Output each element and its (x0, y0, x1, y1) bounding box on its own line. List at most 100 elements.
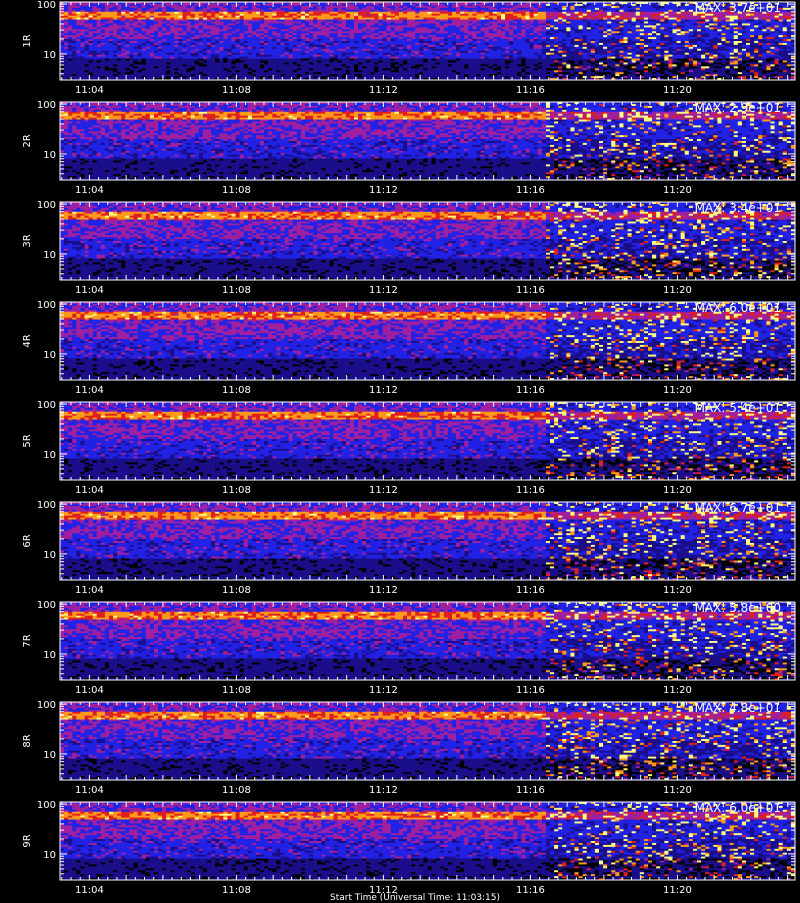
heatmap-cell (76, 74, 80, 76)
heatmap-cell (191, 20, 195, 22)
heatmap-cell (293, 59, 297, 61)
heatmap-cell (477, 12, 481, 14)
heatmap-cell (493, 70, 497, 72)
heatmap-cell (272, 47, 276, 49)
heatmap-cell (289, 66, 293, 68)
heatmap-cell (240, 23, 244, 25)
heatmap-cell (240, 66, 244, 68)
heatmap-cell (178, 66, 182, 68)
heatmap-cell (374, 4, 378, 6)
heatmap-cell (562, 47, 566, 49)
heatmap-cell (72, 22, 76, 24)
heatmap-cell (268, 25, 272, 27)
heatmap-cell (374, 61, 378, 63)
heatmap-cell (93, 27, 97, 29)
heatmap-cell (80, 68, 84, 70)
heatmap-cell (391, 47, 395, 49)
heatmap-cell (154, 4, 158, 6)
heatmap-cell (374, 49, 378, 51)
heatmap-cell (562, 72, 566, 74)
heatmap-cell (256, 37, 260, 39)
heatmap-cell (325, 22, 329, 24)
heatmap-cell (489, 39, 493, 41)
heatmap-cell (428, 6, 432, 8)
heatmap-cell (366, 61, 370, 63)
heatmap-cell (387, 27, 391, 29)
heatmap-cell (350, 10, 354, 12)
heatmap-cell (72, 23, 76, 25)
heatmap-cell (342, 39, 346, 41)
heatmap-cell (391, 16, 395, 18)
heatmap-cell (452, 6, 456, 8)
heatmap-cell (121, 76, 125, 78)
heatmap-cell (187, 51, 191, 53)
heatmap-cell (117, 29, 121, 31)
heatmap-cell (452, 66, 456, 68)
heatmap-cell (285, 57, 289, 59)
heatmap-cell (554, 12, 558, 14)
heatmap-cell (366, 62, 370, 64)
heatmap-cell (109, 12, 113, 14)
heatmap-cell (550, 20, 554, 22)
heatmap-cell (264, 27, 268, 29)
heatmap-cell (436, 12, 440, 14)
heatmap-cell (387, 6, 391, 8)
heatmap-cell (187, 10, 191, 12)
heatmap-cell (281, 37, 285, 39)
heatmap-cell (452, 55, 456, 57)
heatmap-cell (554, 20, 558, 22)
heatmap-cell (268, 14, 272, 16)
heatmap-cell (448, 6, 452, 8)
heatmap-cell (448, 62, 452, 64)
heatmap-cell (485, 45, 489, 47)
heatmap-cell (440, 8, 444, 10)
heatmap-cell (236, 45, 240, 47)
heatmap-cell (521, 33, 525, 35)
heatmap-cell (219, 22, 223, 24)
heatmap-cell (534, 10, 538, 12)
heatmap-cell (211, 31, 215, 33)
heatmap-cell (472, 22, 476, 24)
heatmap-cell (489, 41, 493, 43)
heatmap-cell (566, 49, 570, 51)
heatmap-cell (530, 70, 534, 72)
heatmap-cell (93, 12, 97, 14)
heatmap-cell (125, 45, 129, 47)
heatmap-cell (415, 43, 419, 45)
heatmap-cell (448, 76, 452, 78)
heatmap-cell (285, 18, 289, 20)
heatmap-cell (150, 33, 154, 35)
heatmap-cell (321, 10, 325, 12)
heatmap-cell (346, 47, 350, 49)
heatmap-cell (456, 33, 460, 35)
heatmap-cell (354, 27, 358, 29)
heatmap-cell (395, 10, 399, 12)
heatmap-cell (350, 61, 354, 63)
heatmap-cell (285, 72, 289, 74)
heatmap-cell (321, 76, 325, 78)
heatmap-cell (162, 10, 166, 12)
heatmap-cell (301, 41, 305, 43)
heatmap-cell (166, 12, 170, 14)
heatmap-cell (142, 74, 146, 76)
heatmap-cell (428, 66, 432, 68)
heatmap-cell (481, 45, 485, 47)
heatmap-cell (309, 12, 313, 14)
heatmap-cell (399, 31, 403, 33)
heatmap-cell (178, 55, 182, 57)
heatmap-cell (489, 59, 493, 61)
heatmap-cell (399, 29, 403, 31)
heatmap-cell (436, 10, 440, 12)
heatmap-cell (530, 16, 534, 18)
heatmap-cell (411, 51, 415, 53)
heatmap-cell (501, 74, 505, 76)
heatmap-cell (276, 29, 280, 31)
heatmap-cell (342, 47, 346, 49)
heatmap-cell (428, 59, 432, 61)
heatmap-cell (85, 66, 89, 68)
heatmap-cell (411, 57, 415, 59)
heatmap-cell (526, 35, 530, 37)
heatmap-cell (199, 23, 203, 25)
heatmap-cell (505, 22, 509, 24)
heatmap-cell (330, 31, 334, 33)
